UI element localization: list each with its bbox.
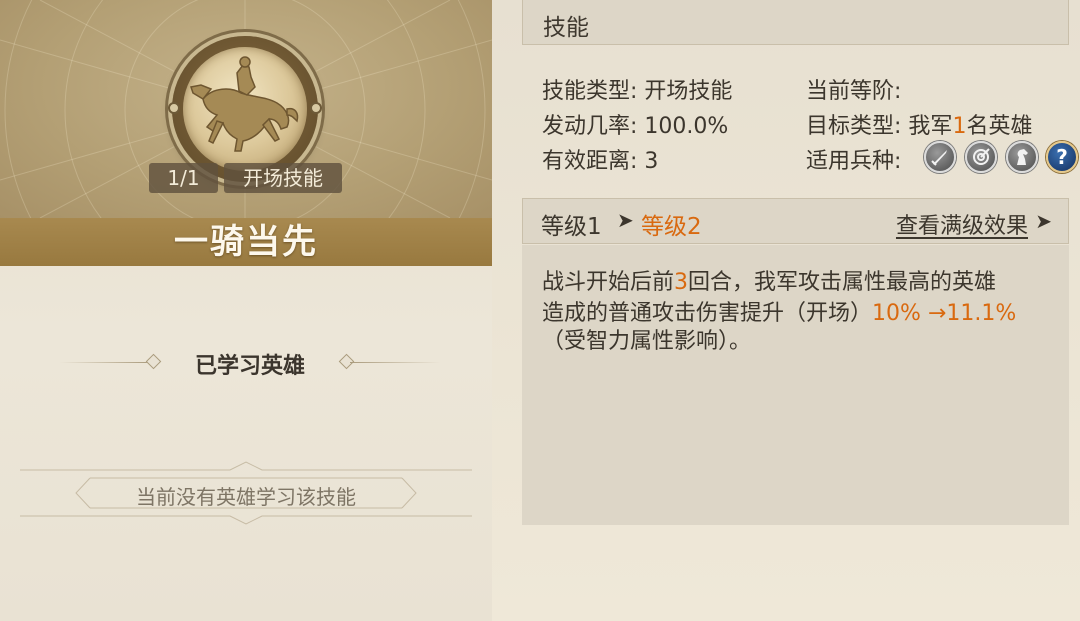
trigger-rate-value: 100.0% [644, 114, 729, 139]
sword-troop-icon[interactable] [924, 141, 956, 173]
range-label: 有效距离: [542, 149, 638, 174]
skill-detail-panel: 技能 技能类型: 开场技能 发动几率: 100.0% 有效距离: 3 当前等阶:… [492, 0, 1080, 621]
bow-troop-icon[interactable] [965, 141, 997, 173]
skill-banner: 1/1 开场技能 [0, 0, 492, 218]
rivet-left [168, 102, 180, 114]
skill-description-box: 战斗开始后前3回合，我军攻击属性最高的英雄 造成的普通攻击伤害提升（开场）10%… [522, 245, 1069, 525]
skill-overview-panel: 1/1 开场技能 一骑当先 已学习英雄 当前没有英雄学习该技能 [0, 0, 492, 621]
detail-header-title: 技能 [543, 15, 589, 41]
damage-boost-value: 10% →11.1% [872, 301, 1017, 326]
level-arrow-icon: ➤ [617, 208, 634, 232]
cavalry-troop-icon[interactable] [1006, 141, 1038, 173]
round-count: 3 [674, 270, 689, 295]
rivet-right [310, 102, 322, 114]
skill-type-row: 技能类型: 开场技能 [542, 73, 732, 105]
target-type-row: 目标类型: 我军1名英雄 [806, 108, 1032, 140]
horseman-charge-icon [168, 36, 322, 182]
skill-type-value: 开场技能 [644, 79, 733, 104]
skill-type-badge: 开场技能 [224, 163, 342, 193]
troop-type-row: 适用兵种: [806, 143, 901, 175]
target-count: 1 [952, 114, 967, 139]
skill-name-title: 一骑当先 [0, 218, 492, 266]
detail-header: 技能 [522, 0, 1069, 45]
target-type-value: 我军1名英雄 [908, 114, 1033, 139]
troop-type-label: 适用兵种: [806, 149, 902, 174]
divider-right [350, 362, 440, 363]
unknown-troop-icon[interactable]: ? [1046, 141, 1078, 173]
empty-learned-text: 当前没有英雄学习该技能 [136, 485, 356, 509]
trigger-rate-row: 发动几率: 100.0% [542, 108, 728, 140]
skill-type-label: 技能类型: [542, 79, 638, 104]
view-max-level-link[interactable]: 查看满级效果 [896, 208, 1028, 240]
trigger-rate-label: 发动几率: [542, 114, 638, 139]
description-line-1: 战斗开始后前3回合，我军攻击属性最高的英雄 [542, 270, 997, 295]
view-max-level-arrow-icon[interactable]: ➤ [1035, 209, 1052, 233]
rank-row: 当前等阶: [806, 73, 901, 105]
skill-level-badge: 1/1 [149, 163, 218, 193]
empty-learned-notice: 当前没有英雄学习该技能 [20, 460, 472, 526]
learned-heroes-title: 已学习英雄 [194, 354, 305, 379]
current-level-label: 等级1 [541, 214, 602, 240]
target-type-label: 目标类型: [806, 114, 902, 139]
description-line-3: （受智力属性影响）。 [542, 329, 752, 354]
level-compare-bar: 等级1 ➤ 等级2 查看满级效果 ➤ [522, 198, 1069, 244]
next-level-label: 等级2 [641, 214, 702, 240]
range-value: 3 [644, 149, 659, 174]
range-row: 有效距离: 3 [542, 143, 658, 175]
rank-label: 当前等阶: [806, 79, 902, 104]
learned-heroes-header: 已学习英雄 [60, 343, 440, 383]
